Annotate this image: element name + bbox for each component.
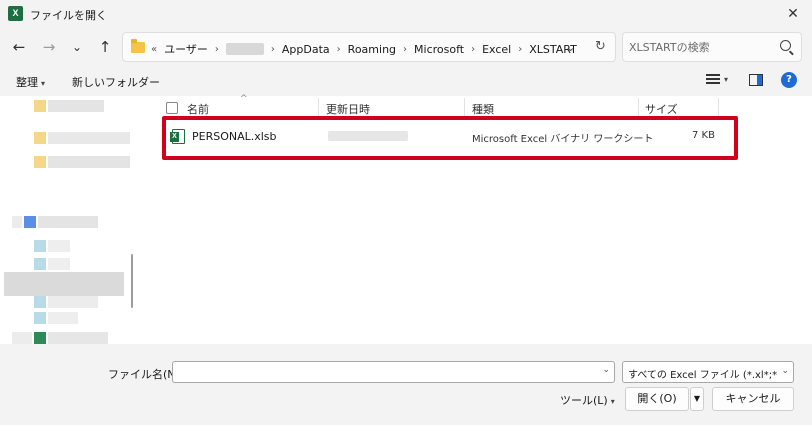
search-input[interactable] bbox=[629, 39, 769, 55]
preview-pane-icon[interactable] bbox=[749, 74, 763, 86]
tools-button[interactable]: ツール(L) ▾ bbox=[560, 392, 615, 408]
chevron-down-icon[interactable]: ⌄ bbox=[602, 365, 610, 375]
column-divider[interactable] bbox=[718, 98, 719, 118]
breadcrumb: « ユーザー › › AppData › Roaming › Microsoft… bbox=[151, 41, 577, 57]
filename-combobox: ⌄ bbox=[172, 361, 615, 383]
organize-button[interactable]: 整理 ▾ bbox=[16, 74, 45, 90]
column-header-name[interactable]: 名前 bbox=[187, 101, 209, 117]
chevron-down-icon: ▾ bbox=[41, 79, 46, 88]
chevron-down-icon: ▾ bbox=[610, 397, 615, 406]
breadcrumb-item-roaming[interactable]: Roaming bbox=[348, 43, 396, 56]
organize-label: 整理 bbox=[16, 76, 38, 89]
filename-input[interactable] bbox=[177, 365, 597, 379]
nav-item[interactable] bbox=[12, 216, 98, 228]
column-divider[interactable] bbox=[464, 98, 465, 118]
column-divider[interactable] bbox=[638, 98, 639, 118]
up-button[interactable]: ↑ bbox=[94, 37, 116, 57]
breadcrumb-item-appdata[interactable]: AppData bbox=[282, 43, 330, 56]
chevron-down-icon[interactable]: ▾ bbox=[724, 75, 728, 84]
nav-item[interactable] bbox=[34, 258, 70, 270]
open-options-dropdown[interactable]: ▼ bbox=[690, 387, 704, 411]
column-header-row: 名前 更新日時 種類 サイズ bbox=[160, 98, 740, 118]
window-title: ファイルを開く bbox=[30, 9, 107, 22]
nav-item[interactable] bbox=[34, 240, 70, 252]
select-all-checkbox[interactable] bbox=[166, 102, 178, 114]
breadcrumb-item-excel[interactable]: Excel bbox=[482, 43, 511, 56]
tools-label: ツール(L) bbox=[560, 394, 608, 407]
redacted-username bbox=[225, 43, 264, 55]
chevron-right-icon[interactable]: › bbox=[471, 44, 475, 55]
navigation-bar: ← → ⌄ ↑ « ユーザー › › AppData › Roaming › M… bbox=[0, 28, 812, 66]
command-bar: 整理 ▾ 新しいフォルダー ▾ ? bbox=[0, 66, 812, 96]
highlight-annotation bbox=[162, 116, 738, 160]
search-icon[interactable] bbox=[780, 40, 791, 51]
open-button[interactable]: 開く(O) bbox=[625, 387, 689, 411]
breadcrumb-item-username[interactable] bbox=[225, 43, 264, 55]
title-bar: X ファイルを開く ✕ bbox=[0, 0, 812, 28]
chevron-right-icon[interactable]: › bbox=[215, 44, 219, 55]
footer-panel: ファイル名(N): ⌄ すべての Excel ファイル (*.xl*;*.xls… bbox=[0, 344, 812, 425]
address-bar[interactable]: « ユーザー › › AppData › Roaming › Microsoft… bbox=[122, 32, 616, 62]
nav-item[interactable] bbox=[34, 156, 130, 168]
nav-item[interactable] bbox=[34, 312, 78, 324]
nav-item[interactable] bbox=[12, 332, 108, 344]
column-divider[interactable] bbox=[318, 98, 319, 118]
breadcrumb-item-microsoft[interactable]: Microsoft bbox=[414, 43, 464, 56]
nav-item[interactable] bbox=[34, 132, 130, 144]
file-type-filter-value: すべての Excel ファイル (*.xl*;*.xlsx;*.xlsm;*.x… bbox=[628, 370, 778, 381]
help-icon[interactable]: ? bbox=[781, 72, 797, 88]
breadcrumb-overflow-icon[interactable]: « bbox=[151, 44, 157, 55]
chevron-right-icon[interactable]: › bbox=[337, 44, 341, 55]
nav-item[interactable] bbox=[34, 296, 98, 308]
cancel-button[interactable]: キャンセル bbox=[712, 387, 794, 411]
new-folder-button[interactable]: 新しいフォルダー bbox=[72, 74, 160, 90]
chevron-right-icon[interactable]: › bbox=[271, 44, 275, 55]
search-box bbox=[622, 32, 802, 62]
recent-locations-button[interactable]: ⌄ bbox=[66, 37, 88, 57]
excel-app-icon: X bbox=[8, 6, 23, 21]
file-type-filter-select[interactable]: すべての Excel ファイル (*.xl*;*.xlsx;*.xlsm;*.x… bbox=[622, 361, 794, 383]
column-header-size[interactable]: サイズ bbox=[645, 101, 678, 117]
refresh-icon[interactable]: ↻ bbox=[595, 39, 606, 54]
column-header-type[interactable]: 種類 bbox=[472, 101, 494, 117]
navigation-pane bbox=[0, 96, 140, 344]
folder-icon bbox=[131, 39, 145, 53]
nav-item[interactable] bbox=[34, 100, 104, 112]
forward-button[interactable]: → bbox=[38, 37, 60, 57]
view-options-icon[interactable] bbox=[706, 74, 720, 86]
breadcrumb-item-users[interactable]: ユーザー bbox=[164, 41, 208, 57]
address-dropdown-icon[interactable]: ⌄ bbox=[566, 41, 575, 54]
column-header-date[interactable]: 更新日時 bbox=[326, 101, 370, 117]
chevron-down-icon: ⌄ bbox=[779, 366, 789, 376]
back-button[interactable]: ← bbox=[8, 37, 30, 57]
close-button[interactable]: ✕ bbox=[780, 2, 806, 26]
chevron-right-icon[interactable]: › bbox=[518, 44, 522, 55]
chevron-right-icon[interactable]: › bbox=[403, 44, 407, 55]
file-list: ^ 名前 更新日時 種類 サイズ PERSONAL.xlsb Microsoft… bbox=[140, 94, 812, 344]
navigation-pane-scrollbar[interactable] bbox=[131, 254, 133, 308]
nav-item-selected[interactable] bbox=[4, 272, 124, 296]
